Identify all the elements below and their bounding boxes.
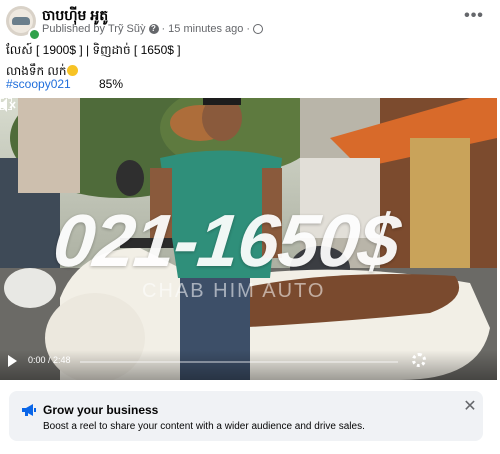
video-progress-bar[interactable]: [80, 361, 398, 363]
video-overlay-title: 021-1650$: [49, 199, 404, 282]
video-time: 0:00 / 2:48: [28, 355, 71, 365]
mute-icon[interactable]: [0, 98, 16, 112]
more-options-icon: •••: [464, 7, 484, 24]
meta-separator: ·: [246, 23, 251, 35]
video-player[interactable]: 021-1650$ CHAB HIM AUTO 0:00 / 2:48: [0, 98, 497, 380]
meta-separator: ·: [161, 23, 166, 35]
condition-percent: 85%: [99, 77, 124, 91]
grow-business-banner[interactable]: Grow your business Boost a reel to share…: [9, 391, 483, 441]
gear-icon[interactable]: [412, 353, 426, 367]
post-text-wash: លាងទឹក លក់: [6, 64, 67, 78]
post-meta: Published by Trỹ Sũỳ ? · 15 minutes ago …: [42, 23, 264, 35]
published-by-label: Published by: [42, 23, 105, 35]
post-time[interactable]: 15 minutes ago: [168, 23, 243, 35]
play-icon[interactable]: [8, 355, 17, 367]
post-card: ចាបហ៊ីម អូតូ Published by Trỹ Sũỳ ? · 15…: [0, 0, 500, 454]
banner-title: Grow your business: [43, 403, 159, 417]
banner-text: Boost a reel to share your content with …: [43, 421, 365, 432]
avatar-car-icon: [12, 17, 30, 25]
video-watermark: CHAB HIM AUTO: [142, 280, 326, 302]
post-hashtag-line: #scoopy021: [6, 77, 71, 91]
hashtag-link[interactable]: #scoopy021: [6, 77, 71, 91]
close-icon[interactable]: ✕: [462, 399, 478, 415]
author-name[interactable]: Trỹ Sũỳ: [108, 23, 146, 35]
online-status-dot: [28, 28, 41, 41]
smile-emoji-icon: [67, 65, 79, 76]
question-icon[interactable]: ?: [148, 24, 159, 34]
megaphone-icon: [22, 404, 36, 416]
globe-icon: [253, 24, 264, 34]
post-text-price: លែស៍ [ 1900$ ] | ទិញដាច់ [ 1650$ ]: [6, 43, 181, 57]
more-options-button[interactable]: •••: [462, 8, 486, 28]
